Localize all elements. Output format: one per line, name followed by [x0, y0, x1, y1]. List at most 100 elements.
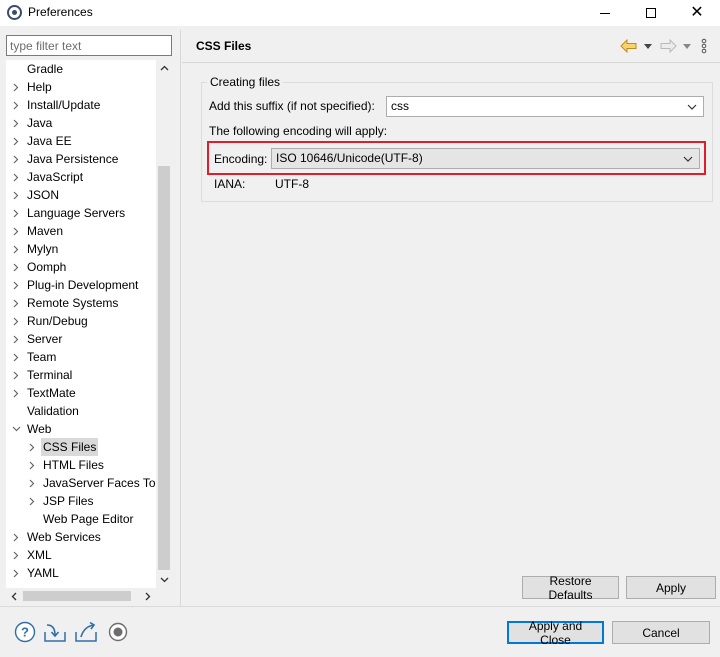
- collapsed-chevron-icon[interactable]: [10, 294, 22, 312]
- apply-and-close-button[interactable]: Apply and Close: [507, 619, 604, 647]
- collapsed-chevron-icon[interactable]: [10, 168, 22, 186]
- collapsed-chevron-icon[interactable]: [26, 438, 38, 456]
- collapsed-chevron-icon[interactable]: [26, 492, 38, 510]
- suffix-select[interactable]: css: [386, 96, 704, 117]
- collapsed-chevron-icon[interactable]: [10, 564, 22, 582]
- tree-item[interactable]: Install/Update: [6, 96, 156, 114]
- tree-item[interactable]: JavaScript: [6, 168, 156, 186]
- tree-item[interactable]: JSON: [6, 186, 156, 204]
- scroll-right-button[interactable]: [140, 588, 156, 604]
- tree-item[interactable]: Team: [6, 348, 156, 366]
- tree-item[interactable]: JSP Files: [6, 492, 156, 510]
- tree-item-label: Java Persistence: [27, 152, 119, 166]
- back-dropdown-button[interactable]: [644, 38, 652, 54]
- collapsed-chevron-icon[interactable]: [10, 348, 22, 366]
- tree-item[interactable]: Mylyn: [6, 240, 156, 258]
- tree-item-label: Remote Systems: [27, 296, 119, 310]
- apply-button[interactable]: Apply: [626, 576, 716, 599]
- suffix-label: Add this suffix (if not specified):: [209, 99, 375, 113]
- view-menu-button[interactable]: [701, 38, 707, 54]
- collapsed-chevron-icon[interactable]: [10, 150, 22, 168]
- tree-item-label: TextMate: [27, 386, 76, 400]
- tree-item-label: JSON: [27, 188, 60, 202]
- tree-item[interactable]: TextMate: [6, 384, 156, 402]
- tree-item-label: JavaServer Faces Tools: [43, 476, 156, 490]
- collapsed-chevron-icon[interactable]: [10, 528, 22, 546]
- tree-horizontal-scrollbar[interactable]: [6, 588, 156, 604]
- pane-divider[interactable]: [180, 30, 181, 606]
- preferences-tree[interactable]: Gradle Help Install/Update Java Java EE Java …: [6, 60, 156, 588]
- tree-item[interactable]: Web Page Editor: [6, 510, 156, 528]
- collapsed-chevron-icon[interactable]: [10, 330, 22, 348]
- tree-item-label: Help: [27, 80, 52, 94]
- encoding-select-value: ISO 10646/Unicode(UTF-8): [276, 151, 423, 165]
- tree-item-label: Validation: [27, 404, 79, 418]
- tree-item[interactable]: Language Servers: [6, 204, 156, 222]
- tree-item[interactable]: Maven: [6, 222, 156, 240]
- collapsed-chevron-icon[interactable]: [10, 96, 22, 114]
- scroll-down-button[interactable]: [156, 572, 172, 588]
- tree-item[interactable]: Java: [6, 114, 156, 132]
- tree-item[interactable]: Java Persistence: [6, 150, 156, 168]
- collapsed-chevron-icon[interactable]: [10, 132, 22, 150]
- tree-item[interactable]: Oomph: [6, 258, 156, 276]
- tree-item[interactable]: Gradle: [6, 60, 156, 78]
- cancel-button[interactable]: Cancel: [612, 621, 710, 644]
- help-button[interactable]: ?: [13, 620, 37, 644]
- tree-item[interactable]: XML: [6, 546, 156, 564]
- collapsed-chevron-icon[interactable]: [10, 258, 22, 276]
- expanded-chevron-icon[interactable]: [10, 420, 22, 438]
- tree-vertical-scrollbar[interactable]: [156, 60, 172, 588]
- tree-item[interactable]: CSS Files: [6, 438, 156, 456]
- maximize-button[interactable]: [628, 0, 674, 26]
- tree-item[interactable]: Plug-in Development: [6, 276, 156, 294]
- collapsed-chevron-icon[interactable]: [10, 78, 22, 96]
- forward-button[interactable]: [659, 38, 677, 54]
- restore-defaults-button[interactable]: Restore Defaults: [522, 574, 619, 602]
- collapsed-chevron-icon[interactable]: [26, 456, 38, 474]
- tree-item[interactable]: Validation: [6, 402, 156, 420]
- tree-item[interactable]: YAML: [6, 564, 156, 582]
- record-button[interactable]: [106, 620, 130, 644]
- tree-item[interactable]: Web: [6, 420, 156, 438]
- chevron-down-icon: [160, 577, 168, 583]
- chevron-left-icon: [11, 592, 17, 600]
- forward-dropdown-button[interactable]: [683, 38, 691, 54]
- scroll-up-button[interactable]: [156, 60, 172, 76]
- tree-item[interactable]: JavaServer Faces Tools: [6, 474, 156, 492]
- tree-item-label: Gradle: [27, 62, 64, 76]
- collapsed-chevron-icon[interactable]: [10, 204, 22, 222]
- export-button[interactable]: [74, 620, 98, 644]
- collapsed-chevron-icon[interactable]: [10, 186, 22, 204]
- export-icon: [75, 621, 97, 642]
- tree-item[interactable]: Run/Debug: [6, 312, 156, 330]
- encoding-select[interactable]: ISO 10646/Unicode(UTF-8): [271, 148, 700, 169]
- minimize-button[interactable]: [582, 0, 628, 26]
- record-icon: [108, 622, 128, 642]
- collapsed-chevron-icon[interactable]: [10, 276, 22, 294]
- scroll-left-button[interactable]: [6, 588, 22, 604]
- close-button[interactable]: ✕: [674, 0, 720, 26]
- collapsed-chevron-icon[interactable]: [10, 312, 22, 330]
- filter-input[interactable]: [6, 35, 172, 56]
- tree-item[interactable]: Java EE: [6, 132, 156, 150]
- dropdown-icon: [683, 43, 691, 49]
- back-button[interactable]: [620, 38, 638, 54]
- import-button[interactable]: [43, 620, 67, 644]
- tree-item[interactable]: Server: [6, 330, 156, 348]
- collapsed-chevron-icon[interactable]: [10, 546, 22, 564]
- tree-item[interactable]: Web Services: [6, 528, 156, 546]
- tree-item[interactable]: Help: [6, 78, 156, 96]
- tree-item[interactable]: Remote Systems: [6, 294, 156, 312]
- collapsed-chevron-icon[interactable]: [26, 474, 38, 492]
- collapsed-chevron-icon[interactable]: [10, 240, 22, 258]
- scroll-thumb-horizontal[interactable]: [23, 591, 131, 601]
- collapsed-chevron-icon[interactable]: [10, 222, 22, 240]
- tree-item[interactable]: HTML Files: [6, 456, 156, 474]
- collapsed-chevron-icon[interactable]: [10, 384, 22, 402]
- tree-item[interactable]: Terminal: [6, 366, 156, 384]
- collapsed-chevron-icon[interactable]: [10, 366, 22, 384]
- collapsed-chevron-icon[interactable]: [10, 114, 22, 132]
- tree-item-label: Install/Update: [27, 98, 101, 112]
- scroll-thumb[interactable]: [158, 166, 170, 570]
